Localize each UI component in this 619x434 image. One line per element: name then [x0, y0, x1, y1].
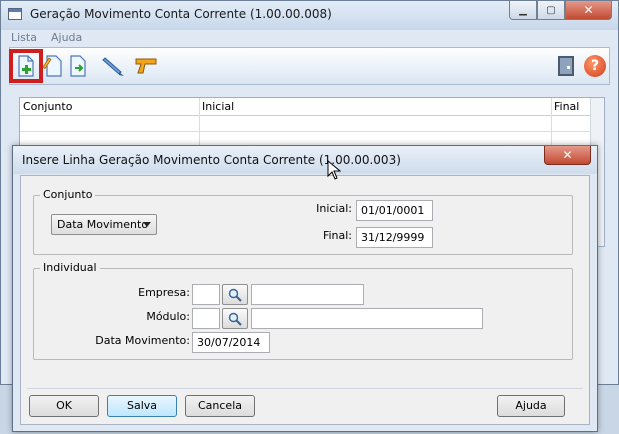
edit-record-button[interactable] [40, 54, 64, 78]
empresa-label: Empresa: [138, 286, 190, 299]
gun-button[interactable] [134, 54, 158, 78]
column-conjunto[interactable]: Conjunto [23, 100, 72, 113]
app-window-icon [8, 8, 22, 20]
empresa-name-field[interactable] [251, 284, 364, 305]
maximize-button[interactable]: ▢ [537, 1, 565, 20]
next-document-icon [70, 55, 86, 77]
grid-header: Conjunto Inicial Final [20, 98, 604, 116]
search-icon [228, 288, 242, 302]
search-icon [228, 312, 242, 326]
close-button[interactable]: ✕ [565, 1, 612, 20]
menu-lista[interactable]: Lista [9, 31, 39, 47]
modulo-code-field[interactable] [192, 308, 220, 329]
dialog-button-bar: OK Salva Cancela Ajuda [27, 388, 583, 420]
insert-line-dialog: Insere Linha Geração Movimento Conta Cor… [12, 145, 598, 432]
conjunto-select[interactable]: Data Movimento [51, 214, 157, 235]
data-movimento-label: Data Movimento: [95, 334, 190, 347]
gun-icon [135, 58, 157, 74]
final-label: Final: [322, 229, 352, 242]
individual-group: Individual Empresa: Módulo: Data Movimen… [33, 261, 573, 360]
exit-button[interactable] [554, 54, 578, 78]
conjunto-legend: Conjunto [40, 188, 96, 201]
table-row[interactable] [20, 116, 604, 132]
help-button[interactable]: ? [583, 54, 607, 78]
column-final[interactable]: Final [554, 100, 579, 113]
add-record-button[interactable] [9, 49, 43, 83]
help-icon: ? [584, 55, 606, 77]
individual-legend: Individual [40, 261, 100, 274]
empresa-code-field[interactable] [192, 284, 220, 305]
empresa-lookup-button[interactable] [222, 284, 248, 305]
exit-door-icon [558, 56, 574, 76]
minimize-button[interactable]: ▁ [509, 1, 537, 20]
main-titlebar[interactable]: Geração Movimento Conta Corrente (1.00.0… [1, 1, 618, 30]
dialog-body: Conjunto Data Movimento Inicial: Final: … [20, 175, 590, 425]
menu-ajuda[interactable]: Ajuda [49, 31, 84, 47]
modulo-lookup-button[interactable] [222, 308, 248, 329]
pencil-icon [102, 57, 124, 76]
cancel-button[interactable]: Cancela [185, 395, 255, 417]
dialog-titlebar[interactable]: Insere Linha Geração Movimento Conta Cor… [13, 146, 597, 174]
mouse-cursor-icon [327, 160, 341, 180]
conjunto-group: Conjunto Data Movimento Inicial: Final: [33, 188, 573, 255]
add-document-icon [18, 55, 34, 77]
next-record-button[interactable] [66, 54, 90, 78]
main-window-title: Geração Movimento Conta Corrente (1.00.0… [30, 7, 332, 21]
chevron-down-icon [143, 222, 151, 227]
toolbar: ? [9, 47, 610, 85]
modulo-label: Módulo: [146, 310, 190, 323]
edit-document-icon [42, 55, 62, 77]
pencil-button[interactable] [102, 54, 126, 78]
dialog-close-button[interactable]: ✕ [544, 146, 591, 165]
data-movimento-field[interactable] [192, 332, 270, 353]
conjunto-select-value: Data Movimento [57, 218, 149, 231]
save-button[interactable]: Salva [107, 395, 177, 417]
menu-bar: Lista Ajuda [9, 31, 84, 47]
inicial-field[interactable] [356, 200, 433, 221]
column-inicial[interactable]: Inicial [202, 100, 234, 113]
final-field[interactable] [356, 227, 433, 248]
help-text-button[interactable]: Ajuda [497, 395, 565, 417]
ok-button[interactable]: OK [29, 395, 99, 417]
modulo-name-field[interactable] [251, 308, 483, 329]
dialog-title: Insere Linha Geração Movimento Conta Cor… [22, 153, 401, 167]
inicial-label: Inicial: [316, 202, 352, 215]
